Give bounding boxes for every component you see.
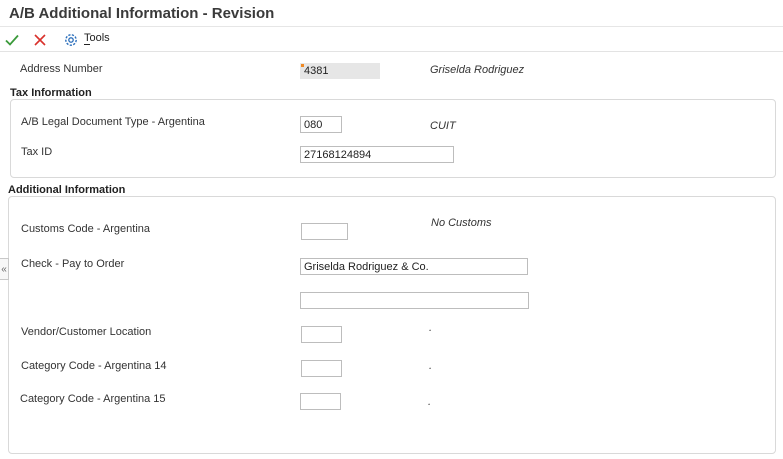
toolbar-divider	[0, 51, 783, 52]
pay-to-order-label: Check - Pay to Order	[21, 258, 125, 270]
pay-to-order-input-2[interactable]	[300, 292, 529, 309]
doc-type-input[interactable]	[300, 116, 342, 133]
category-code-14-description: .	[429, 360, 433, 372]
tax-section-box	[10, 99, 776, 178]
checkmark-icon[interactable]	[3, 31, 21, 49]
category-code-15-input[interactable]	[300, 393, 341, 410]
required-flag-icon	[301, 64, 304, 67]
address-number-input[interactable]	[300, 63, 380, 79]
tax-id-input[interactable]	[300, 146, 454, 163]
address-name-description: Griselda Rodriguez	[430, 64, 525, 76]
tax-section-title: Tax Information	[10, 87, 92, 99]
category-code-15-label: Category Code - Argentina 15	[20, 393, 166, 405]
category-code-14-label: Category Code - Argentina 14	[21, 360, 167, 372]
pay-to-order-input-1[interactable]	[300, 258, 528, 275]
tools-menu-label[interactable]: Tools	[84, 32, 110, 44]
tax-id-label: Tax ID	[21, 146, 53, 158]
additional-section-title: Additional Information	[8, 184, 126, 196]
category-code-14-input[interactable]	[301, 360, 342, 377]
vendor-location-description: .	[429, 322, 433, 334]
doc-type-description: CUIT	[430, 120, 456, 132]
doc-type-label: A/B Legal Document Type - Argentina	[21, 116, 205, 128]
category-code-15-description: .	[428, 396, 432, 408]
collapse-panel-chevron-icon[interactable]: «	[0, 258, 9, 280]
close-icon[interactable]	[31, 31, 49, 49]
tools-mnemonic-underline	[84, 44, 90, 45]
address-number-label: Address Number	[20, 63, 103, 75]
customs-code-input[interactable]	[301, 223, 348, 240]
vendor-location-input[interactable]	[301, 326, 342, 343]
page-title: A/B Additional Information - Revision	[9, 5, 275, 22]
customs-code-label: Customs Code - Argentina	[21, 223, 151, 235]
title-divider	[0, 26, 783, 27]
gear-icon[interactable]	[62, 31, 80, 49]
customs-code-description: No Customs	[431, 217, 492, 229]
vendor-location-label: Vendor/Customer Location	[21, 326, 152, 338]
